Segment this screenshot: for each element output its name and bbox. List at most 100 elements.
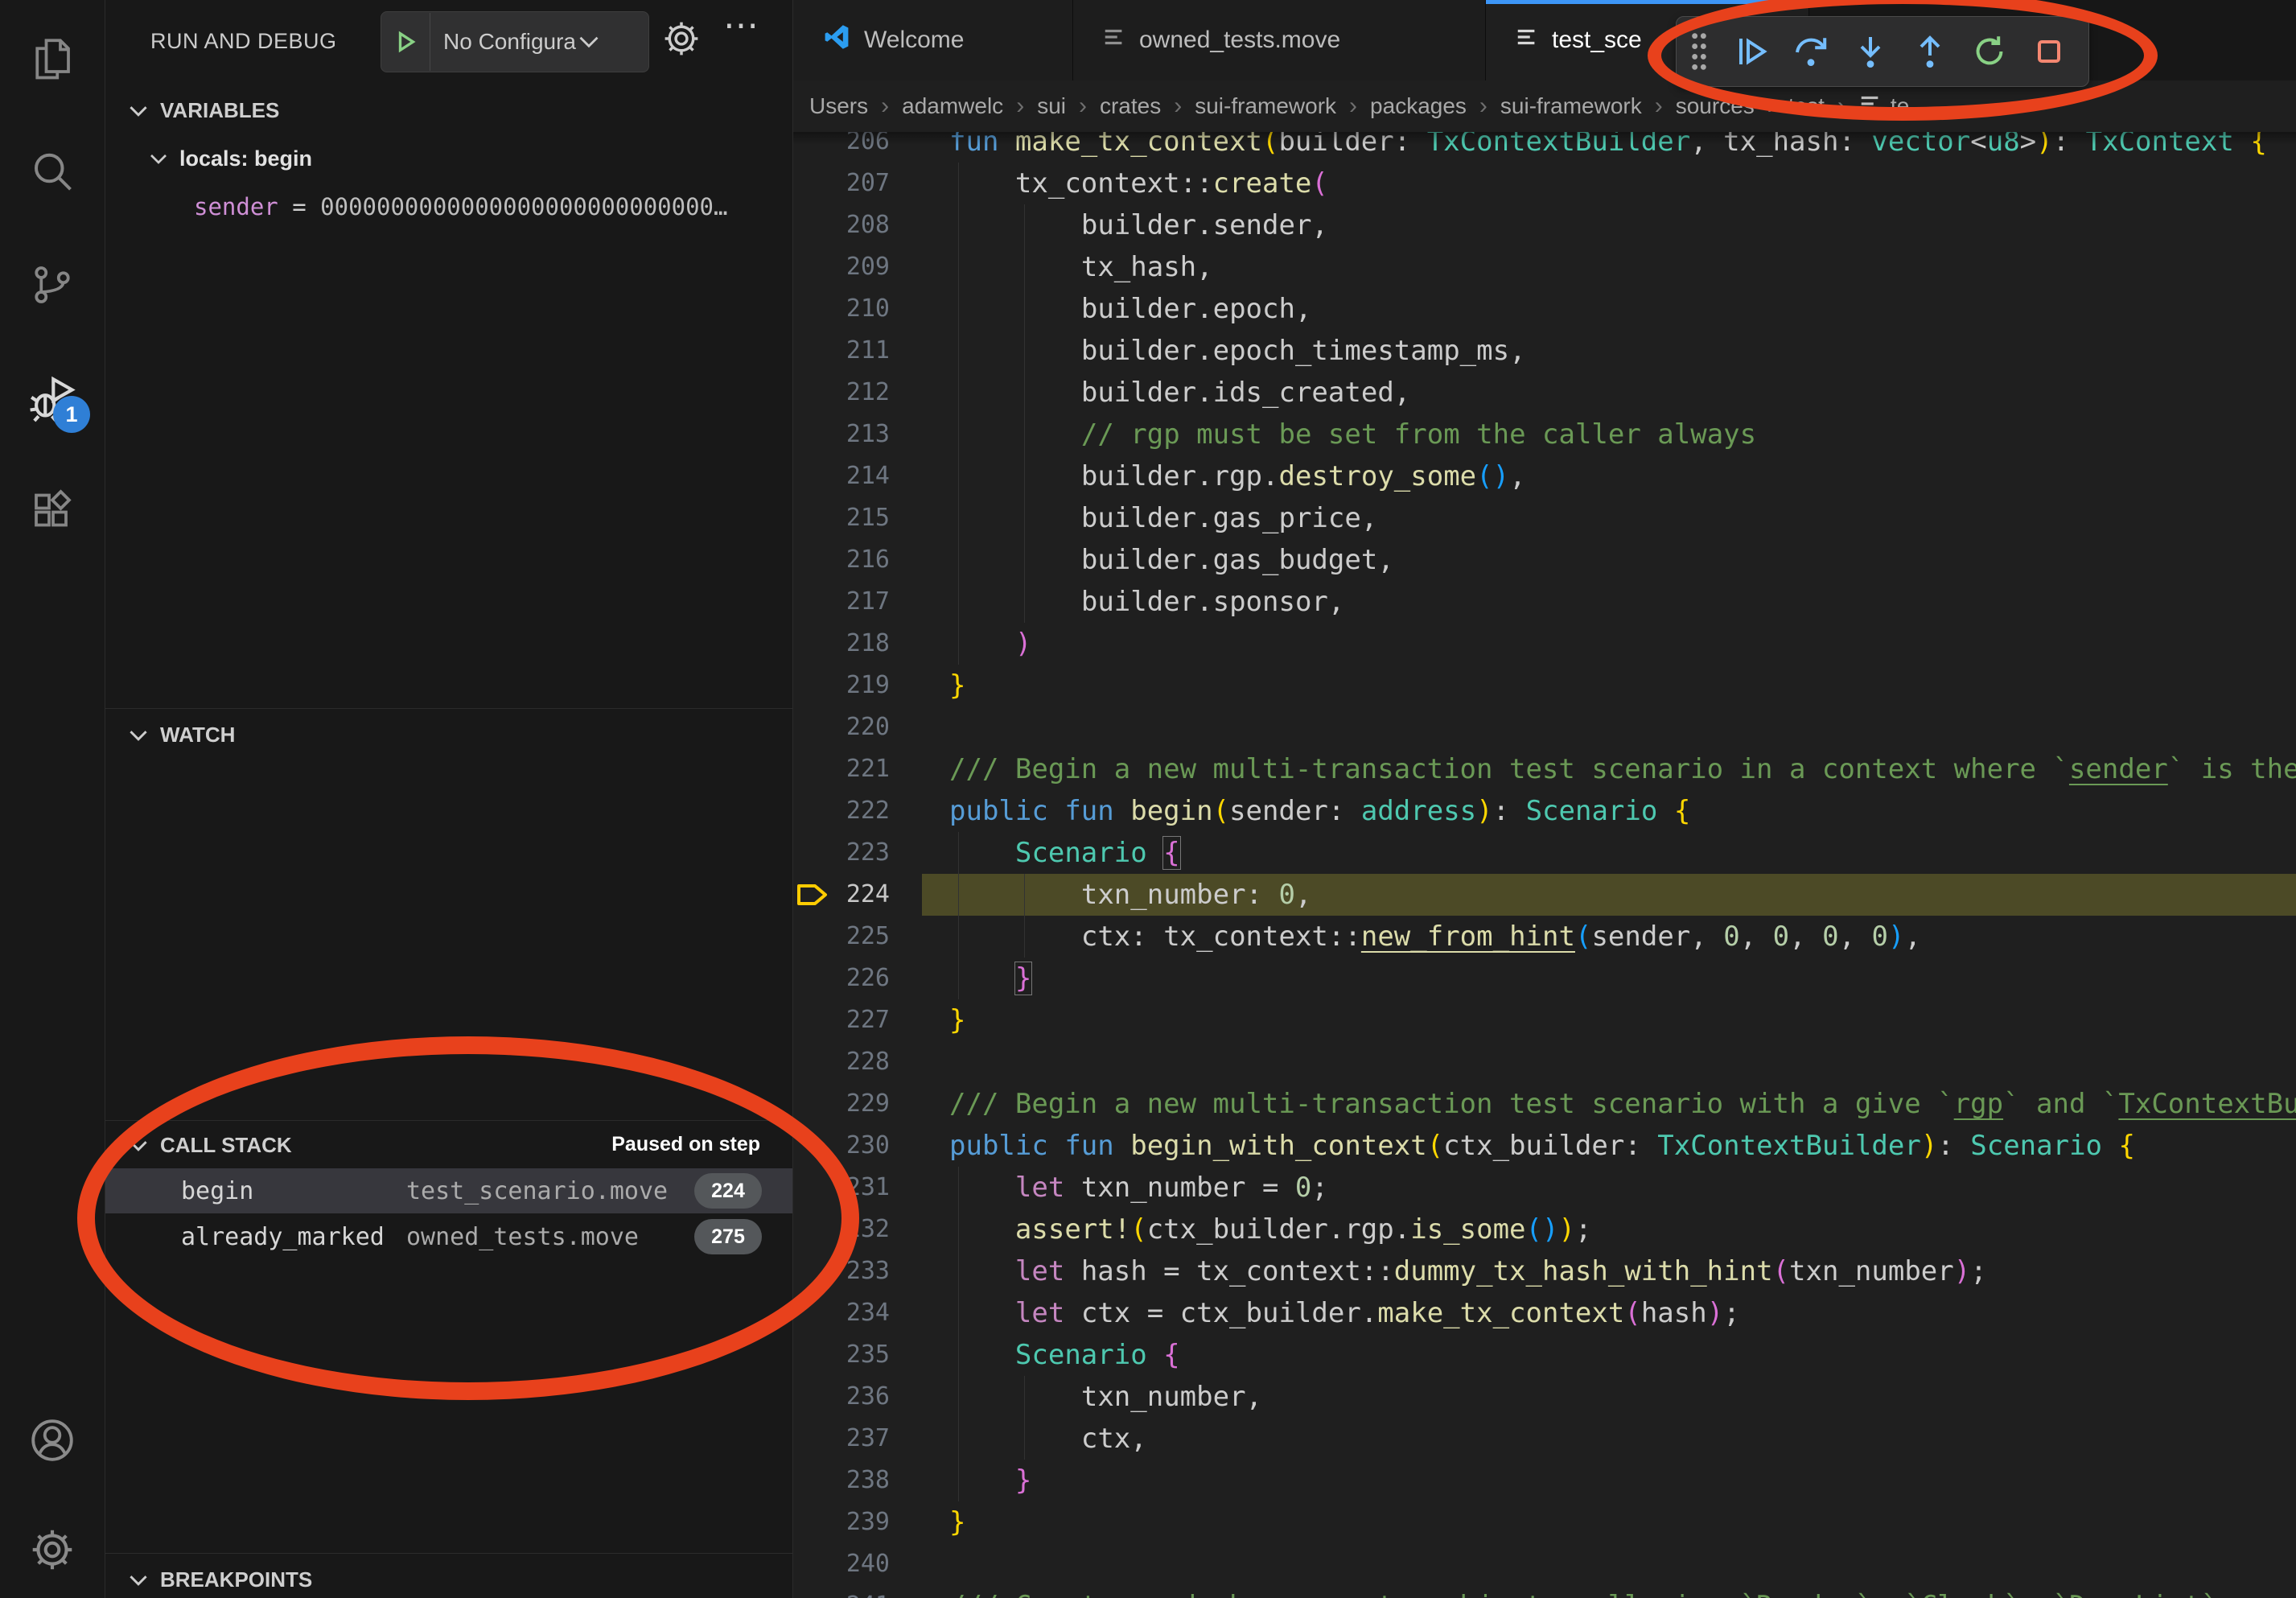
source-control-icon[interactable]: [0, 237, 105, 333]
line-number[interactable]: 228: [793, 1041, 890, 1083]
line-number[interactable]: 235: [793, 1334, 890, 1376]
line-number[interactable]: 234: [793, 1292, 890, 1334]
variable-value: 0000000000000000000000000000…: [320, 193, 727, 220]
line-number[interactable]: 237: [793, 1418, 890, 1460]
breakpoints-section-header[interactable]: BREAKPOINTS: [128, 1567, 312, 1592]
debug-config-dropdown[interactable]: No Configura: [381, 11, 649, 72]
code-text: builder.sender,: [949, 204, 1328, 246]
code-line-224: 224txn_number: 0,: [793, 874, 2296, 916]
line-number[interactable]: 238: [793, 1460, 890, 1501]
views-more-actions-icon[interactable]: ⋯: [723, 5, 759, 46]
variables-scope-row[interactable]: locals: begin: [149, 146, 312, 171]
code-line-220: 220: [793, 706, 2296, 748]
scope-label: locals: begin: [179, 146, 312, 171]
call-stack-section-header[interactable]: CALL STACK: [128, 1133, 292, 1158]
variable-row[interactable]: sender = 0000000000000000000000000000…: [194, 193, 773, 220]
line-number[interactable]: 221: [793, 748, 890, 790]
debug-settings-gear-icon[interactable]: [660, 18, 702, 64]
breadcrumb-item[interactable]: adamwelc: [902, 93, 1003, 119]
tab-welcome[interactable]: Welcome: [793, 0, 1073, 80]
frame-line-badge: 224: [694, 1173, 762, 1209]
line-number[interactable]: 230: [793, 1125, 890, 1167]
breadcrumb-item[interactable]: Users: [809, 93, 868, 119]
accounts-icon[interactable]: [0, 1392, 105, 1489]
breadcrumb-item[interactable]: sources: [1676, 93, 1755, 119]
line-number[interactable]: 220: [793, 706, 890, 748]
search-icon[interactable]: [0, 124, 105, 220]
line-number[interactable]: 208: [793, 204, 890, 246]
line-number[interactable]: 222: [793, 790, 890, 832]
frame-file: test_scenario.move: [406, 1177, 668, 1205]
stop-button[interactable]: [2019, 17, 2079, 86]
code-line-207: 207tx_context::create(: [793, 163, 2296, 204]
run-and-debug-sidebar: RUN AND DEBUG No Configura ⋯ VARIABLES l…: [105, 0, 793, 1598]
chevron-down-icon: [128, 1574, 149, 1587]
breadcrumb-item[interactable]: crates: [1100, 93, 1161, 119]
line-number[interactable]: 213: [793, 414, 890, 455]
call-stack-frame-begin[interactable]: begintest_scenario.move224: [105, 1168, 792, 1213]
line-number[interactable]: 218: [793, 623, 890, 665]
line-number[interactable]: 217: [793, 581, 890, 623]
line-number[interactable]: 211: [793, 330, 890, 372]
toolbar-drag-handle[interactable]: [1677, 29, 1722, 74]
line-number[interactable]: 225: [793, 916, 890, 958]
step-out-button[interactable]: [1900, 17, 1960, 86]
line-number[interactable]: 219: [793, 665, 890, 706]
breadcrumb-item[interactable]: sui: [1037, 93, 1066, 119]
breadcrumb-item[interactable]: sui-framework: [1500, 93, 1642, 119]
line-number[interactable]: 239: [793, 1501, 890, 1543]
watch-section-header[interactable]: WATCH: [128, 723, 235, 748]
line-number[interactable]: 241: [793, 1585, 890, 1598]
line-number[interactable]: 233: [793, 1250, 890, 1292]
code-line-235: 235Scenario {: [793, 1334, 2296, 1376]
vscode-window: { "colors":{"annotation_red":"#e8411c","…: [0, 0, 2296, 1598]
line-number[interactable]: 216: [793, 539, 890, 581]
code-line-233: 233 let hash = tx_context::dummy_tx_hash_…: [793, 1250, 2296, 1292]
line-number[interactable]: 231: [793, 1167, 890, 1209]
code-line-239: 239}: [793, 1501, 2296, 1543]
breadcrumb-separator: ›: [1479, 93, 1487, 120]
explorer-icon[interactable]: [0, 11, 105, 108]
debug-count-badge: 1: [53, 396, 90, 433]
line-number[interactable]: 212: [793, 372, 890, 414]
frame-file: owned_tests.move: [406, 1223, 639, 1251]
line-number[interactable]: 207: [793, 163, 890, 204]
breadcrumb-separator: ›: [1174, 93, 1182, 120]
line-number[interactable]: 209: [793, 246, 890, 288]
step-over-button[interactable]: [1781, 17, 1841, 86]
line-number[interactable]: 215: [793, 497, 890, 539]
line-number[interactable]: 232: [793, 1209, 890, 1250]
code-line-212: 212builder.ids_created,: [793, 372, 2296, 414]
code-text: /// Creates and shares system objects, a…: [949, 1585, 2217, 1598]
restart-button[interactable]: [1960, 17, 2019, 86]
breadcrumb-item[interactable]: test: [1788, 93, 1825, 119]
chevron-down-icon: [128, 1139, 149, 1152]
code-line-221: 221/// Begin a new multi-transaction tes…: [793, 748, 2296, 790]
line-number[interactable]: 227: [793, 999, 890, 1041]
variables-section-header[interactable]: VARIABLES: [128, 98, 279, 123]
settings-gear-icon[interactable]: [0, 1501, 105, 1598]
run-and-debug-icon[interactable]: 1: [0, 349, 105, 446]
extensions-icon[interactable]: [0, 462, 105, 558]
code-text: /// Begin a new multi-transaction test s…: [949, 1083, 2296, 1125]
step-into-button[interactable]: [1841, 17, 1900, 86]
line-number[interactable]: 240: [793, 1543, 890, 1585]
line-number[interactable]: 210: [793, 288, 890, 330]
breadcrumb-item-file[interactable]: te: [1858, 92, 1909, 121]
code-text: let hash = tx_context::dummy_tx_hash_wit…: [949, 1250, 1987, 1292]
start-debug-icon[interactable]: [381, 29, 430, 55]
call-stack-frame-already_marked[interactable]: already_markedowned_tests.move275: [105, 1214, 792, 1259]
tab-owned-tests-move[interactable]: owned_tests.move: [1073, 0, 1486, 80]
breadcrumb-item[interactable]: sui-framework: [1195, 93, 1336, 119]
line-number[interactable]: 224: [793, 874, 890, 916]
code-text: ): [949, 623, 1031, 665]
code-text: builder.gas_price,: [949, 497, 1377, 539]
line-number[interactable]: 229: [793, 1083, 890, 1125]
line-number[interactable]: 236: [793, 1376, 890, 1418]
code-line-217: 217builder.sponsor,: [793, 581, 2296, 623]
breadcrumb-item[interactable]: packages: [1370, 93, 1467, 119]
line-number[interactable]: 226: [793, 958, 890, 999]
line-number[interactable]: 214: [793, 455, 890, 497]
continue-button[interactable]: [1722, 17, 1781, 86]
line-number[interactable]: 223: [793, 832, 890, 874]
